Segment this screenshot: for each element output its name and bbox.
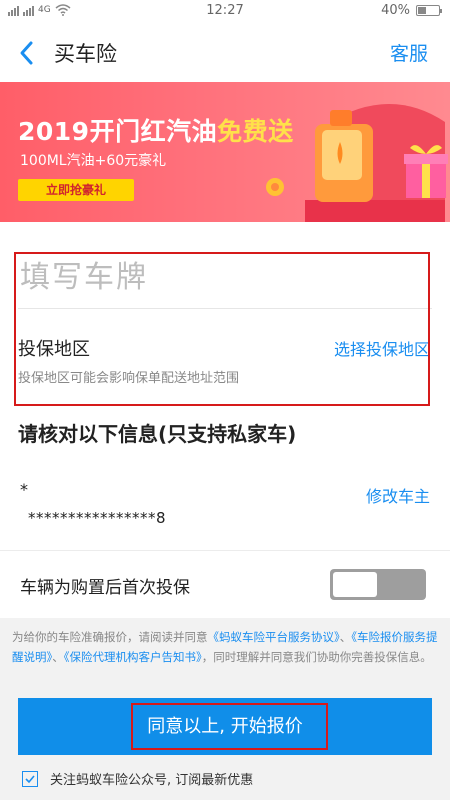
gift-oil-illustration <box>266 104 448 222</box>
notice-text-2: ，同时理解并同意我们协助你完善投保信息。 <box>201 650 432 664</box>
platform-agreement-link[interactable]: 《蚂蚁车险平台服务协议》 <box>208 630 340 644</box>
battery-icon <box>416 5 442 16</box>
follow-option: 关注蚂蚁车险公众号, 订阅最新优惠 <box>22 769 253 788</box>
insurance-form-card: 填写车牌 投保地区 选择投保地区 投保地区可能会影响保单配送地址范围 请核对以下… <box>0 222 450 618</box>
owner-name: * <box>20 480 28 499</box>
promo-banner[interactable]: 2019开门红汽油免费送 100ML汽油+60元豪礼 立即抢豪礼 <box>0 82 450 222</box>
banner-cta-button[interactable]: 立即抢豪礼 <box>18 179 134 201</box>
follow-checkbox[interactable] <box>22 770 38 787</box>
battery-text: 40% <box>381 3 410 18</box>
edit-owner-button[interactable]: 修改车主 <box>366 483 430 507</box>
status-bar: 4G 12:27 40% <box>0 0 450 24</box>
notice-separator: 、 <box>52 650 64 664</box>
first-insure-toggle[interactable] <box>330 569 426 600</box>
divider <box>0 550 450 551</box>
battery-area: 40% <box>381 3 442 18</box>
first-insure-label: 车辆为购置后首次投保 <box>20 578 190 598</box>
checkmark-icon <box>25 774 35 783</box>
chevron-left-icon <box>20 41 33 65</box>
highlight-box <box>14 252 430 406</box>
agreement-notice: 为给你的车险准确报价，请阅读并同意《蚂蚁车险平台服务协议》、《车险报价服务提醒说… <box>12 627 438 667</box>
agency-notice-link[interactable]: 《保险代理机构客户告知书》 <box>64 650 202 664</box>
page-title: 买车险 <box>54 42 117 66</box>
start-quote-button[interactable]: 同意以上, 开始报价 <box>18 698 432 755</box>
banner-subtitle: 100ML汽油+60元豪礼 <box>20 153 167 169</box>
verify-section-title: 请核对以下信息(只支持私家车) <box>18 422 297 446</box>
notice-text: 为给你的车险准确报价，请阅读并同意 <box>12 630 208 644</box>
notice-separator: 、 <box>339 630 352 644</box>
battery-fill <box>418 7 426 14</box>
owner-id-number: ****************8 <box>28 509 167 527</box>
customer-service-button[interactable]: 客服 <box>390 39 428 66</box>
highlight-box <box>131 703 328 750</box>
follow-label: 关注蚂蚁车险公众号, 订阅最新优惠 <box>50 773 254 788</box>
banner-title-prefix: 2019开门红汽油 <box>18 117 218 146</box>
toggle-knob <box>333 572 377 597</box>
back-button[interactable] <box>14 36 44 70</box>
nav-bar: 买车险 客服 <box>0 24 450 82</box>
